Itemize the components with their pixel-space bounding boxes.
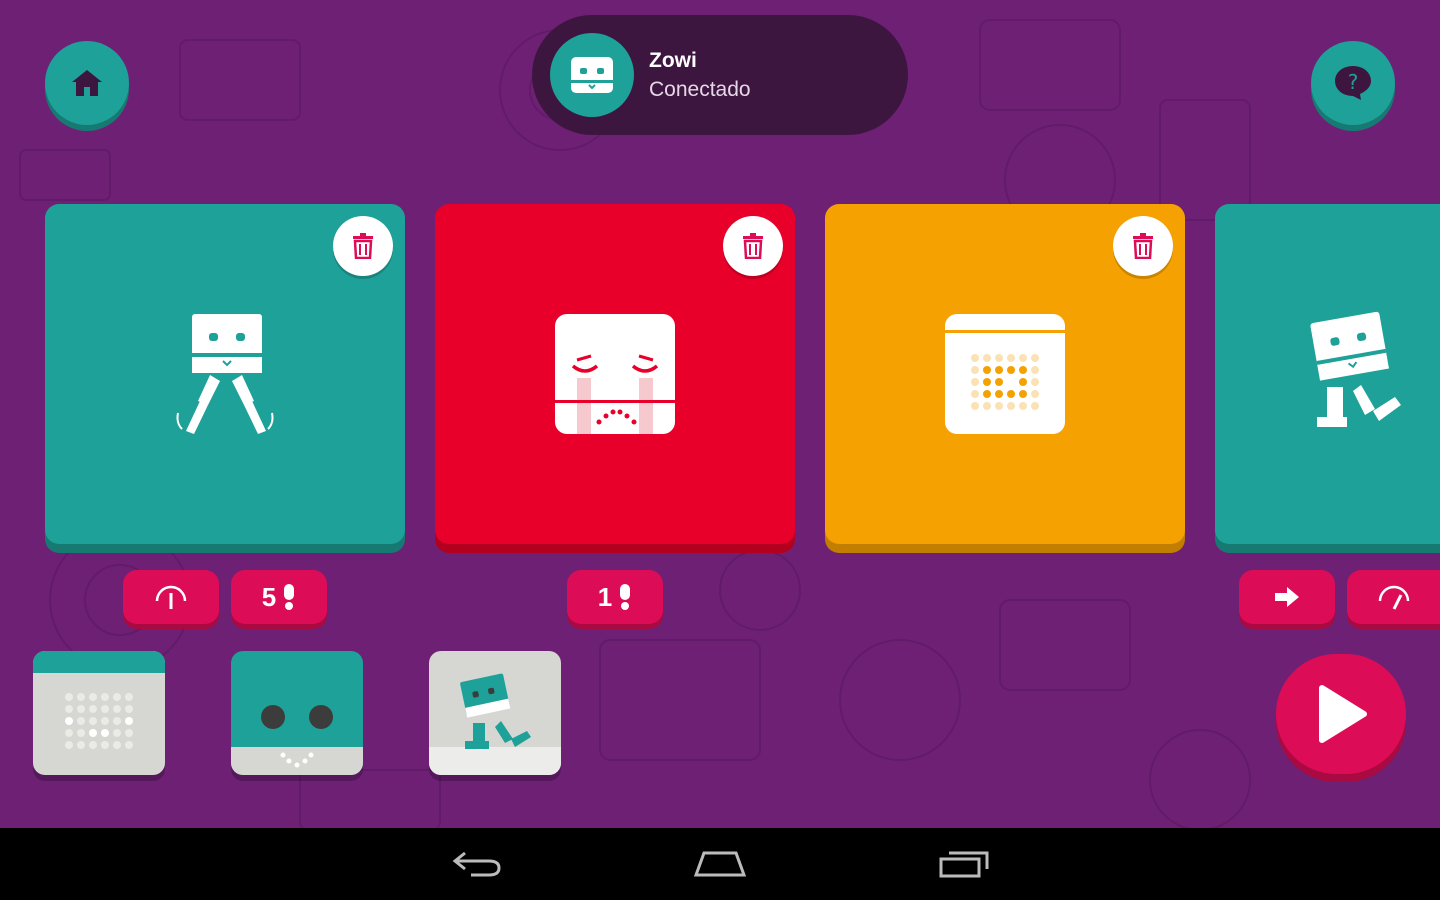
sequence-card-matrix[interactable] [825, 204, 1185, 544]
back-button[interactable] [437, 842, 517, 886]
app-screen: Zowi Conectado ? 5 1 [0, 0, 1440, 828]
repeat-count: 5 [261, 581, 277, 612]
trash-icon [1133, 233, 1153, 259]
sequence-card-swing[interactable] [45, 204, 405, 544]
home-icon [72, 70, 102, 96]
nav-home-icon [693, 851, 747, 877]
exclamation-icon [284, 584, 295, 610]
recent-apps-button[interactable] [924, 842, 1004, 886]
direction-param-button[interactable] [1239, 570, 1335, 624]
palette-block-mouth-matrix[interactable] [33, 651, 165, 775]
help-bubble-icon: ? [1335, 66, 1371, 100]
robot-face-icon [231, 705, 363, 775]
connection-status-text: Conectado [649, 78, 751, 101]
delete-card-button[interactable] [333, 216, 393, 276]
svg-text:?: ? [1348, 70, 1359, 94]
repeat-param-button[interactable]: 5 [231, 570, 327, 624]
speedometer-icon [1378, 585, 1409, 610]
robot-avatar [550, 33, 634, 117]
repeat-param-button[interactable]: 1 [567, 570, 663, 624]
help-button[interactable]: ? [1311, 41, 1395, 125]
exclamation-icon [620, 584, 631, 610]
robot-walk-icon [429, 673, 561, 775]
delete-card-button[interactable] [1113, 216, 1173, 276]
repeat-count: 1 [597, 581, 613, 612]
speedometer-icon [155, 585, 187, 609]
back-icon [452, 851, 501, 877]
android-nav-bar [0, 828, 1440, 900]
robot-walk-icon [1310, 311, 1401, 427]
trash-icon [743, 233, 763, 259]
trash-icon [353, 233, 373, 259]
led-matrix-icon [945, 314, 1065, 434]
arrow-right-icon [1275, 587, 1299, 607]
play-button[interactable] [1276, 654, 1406, 774]
home-button[interactable] [45, 41, 129, 125]
crying-face-icon [555, 314, 675, 434]
led-matrix-icon [33, 651, 165, 749]
recent-apps-icon [939, 851, 989, 878]
palette-block-move[interactable] [429, 651, 561, 775]
delete-card-button[interactable] [723, 216, 783, 276]
robot-face-icon [571, 57, 613, 93]
connection-status-pill[interactable]: Zowi Conectado [532, 15, 908, 135]
sequence-card-cry[interactable] [435, 204, 795, 544]
robot-swing-legs-icon [176, 314, 274, 434]
speed-param-button[interactable] [123, 570, 219, 624]
speed-param-button[interactable] [1347, 570, 1440, 624]
sequence-card-walk[interactable] [1215, 204, 1440, 544]
robot-name: Zowi [649, 49, 697, 72]
play-icon [1319, 685, 1367, 743]
nav-home-button[interactable] [680, 842, 760, 886]
palette-block-face[interactable] [231, 651, 363, 775]
